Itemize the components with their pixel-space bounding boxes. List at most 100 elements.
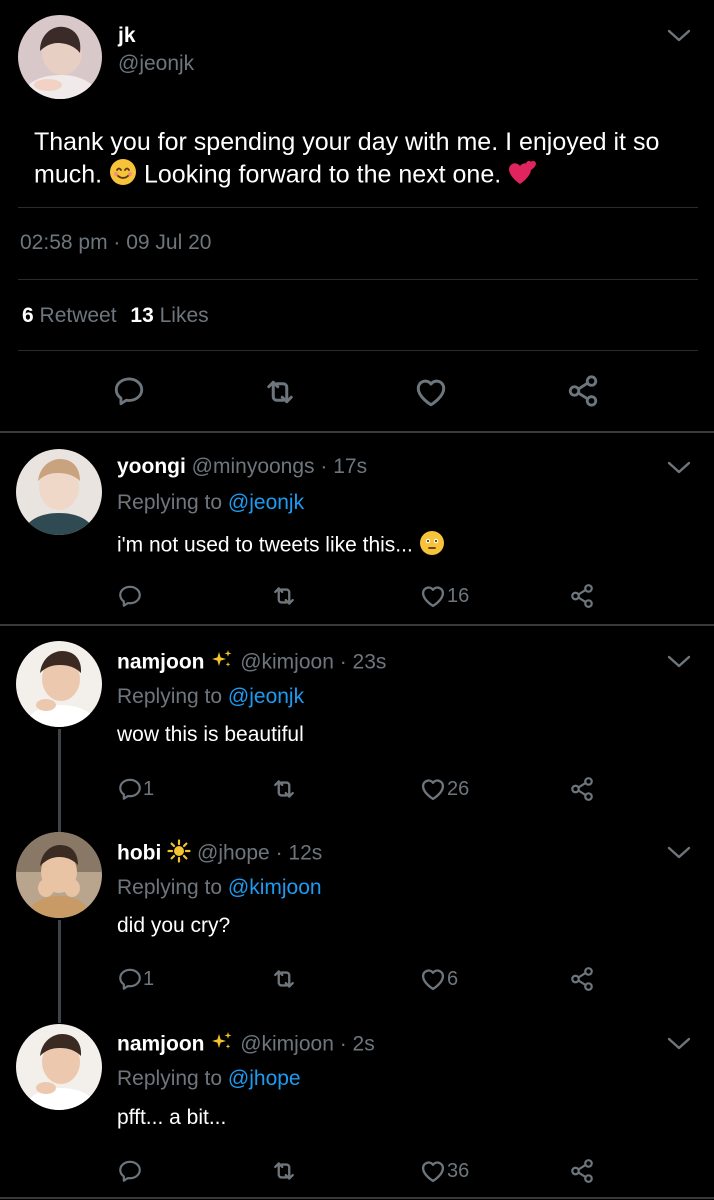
reply-icon [117,1158,143,1184]
reply-header: hobi @jhope · 12s [117,839,322,869]
like-count: 16 [447,584,470,607]
reply-header: yoongi @minyoongs · 17s [117,455,367,479]
reply-text: pfft... a bit... [117,1106,227,1129]
retweet-button[interactable] [270,965,298,993]
share-button[interactable] [566,374,600,408]
avatar[interactable] [16,1024,102,1110]
tweet-stats: 6 Retweet 13 Likes [22,304,209,328]
heart-icon [413,374,449,410]
divider [0,431,714,433]
display-name[interactable]: jk [118,24,136,48]
heart-icon [419,775,447,803]
reply-button[interactable]: 1 [117,966,154,992]
chevron-down-icon[interactable] [666,654,692,670]
share-button[interactable] [569,1158,595,1184]
handle[interactable]: @jeonjk [118,52,194,76]
reply-count: 1 [143,967,155,990]
divider [18,279,698,280]
replying-to-label: Replying to [117,876,223,899]
avatar[interactable] [16,832,102,918]
divider [0,1197,714,1199]
two-hearts-emoji [508,158,538,194]
share-icon [569,583,595,609]
share-button[interactable] [569,583,595,609]
tweet-timestamp[interactable]: 02:58 pm · 09 Jul 20 [20,231,211,255]
share-button[interactable] [569,776,595,802]
likes-label: Likes [159,304,209,327]
replying-to-handle[interactable]: @kimjoon [228,876,322,899]
retweet-icon [270,965,298,993]
like-button[interactable] [413,374,449,410]
likes-stat[interactable]: 13 Likes [130,304,208,327]
replying-to: Replying to @jhope [117,1067,301,1091]
replying-to-handle[interactable]: @jeonjk [228,685,304,708]
reply-age: · 12s [275,841,323,865]
like-count: 36 [447,1159,470,1182]
thread-line [58,729,61,832]
share-button[interactable] [569,966,595,992]
chevron-down-icon[interactable] [666,845,692,861]
divider [18,207,698,208]
replying-to-label: Replying to [117,1067,223,1090]
retweet-icon [270,582,298,610]
retweet-button[interactable] [270,1157,298,1185]
reply-icon [112,374,146,408]
avatar[interactable] [18,15,102,99]
replying-to: Replying to @jeonjk [117,491,304,515]
reply-icon [117,583,143,609]
retweet-stat[interactable]: 6 Retweet [22,304,122,327]
replying-to-handle[interactable]: @jhope [228,1067,301,1090]
retweet-icon [262,374,298,410]
reply-text-content: i'm not used to tweets like this... [117,533,413,557]
divider [18,350,698,351]
replying-to: Replying to @jeonjk [117,685,304,709]
retweet-label: Retweet [39,304,117,327]
reply-button[interactable] [112,374,146,408]
display-name[interactable]: namjoon [117,1033,205,1056]
reply-age: · 2s [339,1032,375,1056]
like-button[interactable]: 36 [419,1157,469,1185]
heart-icon [419,965,447,993]
handle[interactable]: @jhope [197,842,270,865]
reply-age: · 23s [339,650,387,674]
share-icon [569,776,595,802]
chevron-down-icon[interactable] [666,1036,692,1052]
reply-button[interactable]: 1 [117,776,154,802]
tweet-text: Thank you for spending your day with me.… [34,126,684,194]
retweet-button[interactable] [262,374,298,410]
sparkles-icon [210,1030,234,1060]
retweet-icon [270,1157,298,1185]
reply-button[interactable] [117,1158,149,1184]
display-name[interactable]: namjoon [117,651,205,674]
display-name[interactable]: hobi [117,842,161,865]
chevron-down-icon[interactable] [666,28,692,44]
retweet-button[interactable] [270,775,298,803]
reply-icon [117,966,143,992]
reply-header: namjoon @kimjoon · 2s [117,1030,375,1060]
avatar[interactable] [16,641,102,727]
reply-button[interactable] [117,583,149,609]
avatar[interactable] [16,449,102,535]
retweet-button[interactable] [270,582,298,610]
like-button[interactable]: 16 [419,582,469,610]
thread-line [58,920,61,1023]
like-button[interactable]: 26 [419,775,469,803]
handle[interactable]: @minyoongs [192,455,315,478]
share-icon [569,1158,595,1184]
share-icon [566,374,600,408]
likes-count: 13 [130,304,154,327]
chevron-down-icon[interactable] [666,460,692,476]
sparkles-icon [210,648,234,678]
flushed-face-emoji [419,530,445,562]
like-count: 6 [447,967,459,990]
handle[interactable]: @kimjoon [240,1033,334,1056]
replying-to-handle[interactable]: @jeonjk [228,491,304,514]
reply-count: 1 [143,777,155,800]
reply-text: wow this is beautiful [117,723,304,746]
display-name[interactable]: yoongi [117,455,186,478]
handle[interactable]: @kimjoon [240,651,334,674]
reply-text: i'm not used to tweets like this... [117,530,445,562]
share-icon [569,966,595,992]
reply-header: namjoon @kimjoon · 23s [117,648,386,678]
like-button[interactable]: 6 [419,965,458,993]
